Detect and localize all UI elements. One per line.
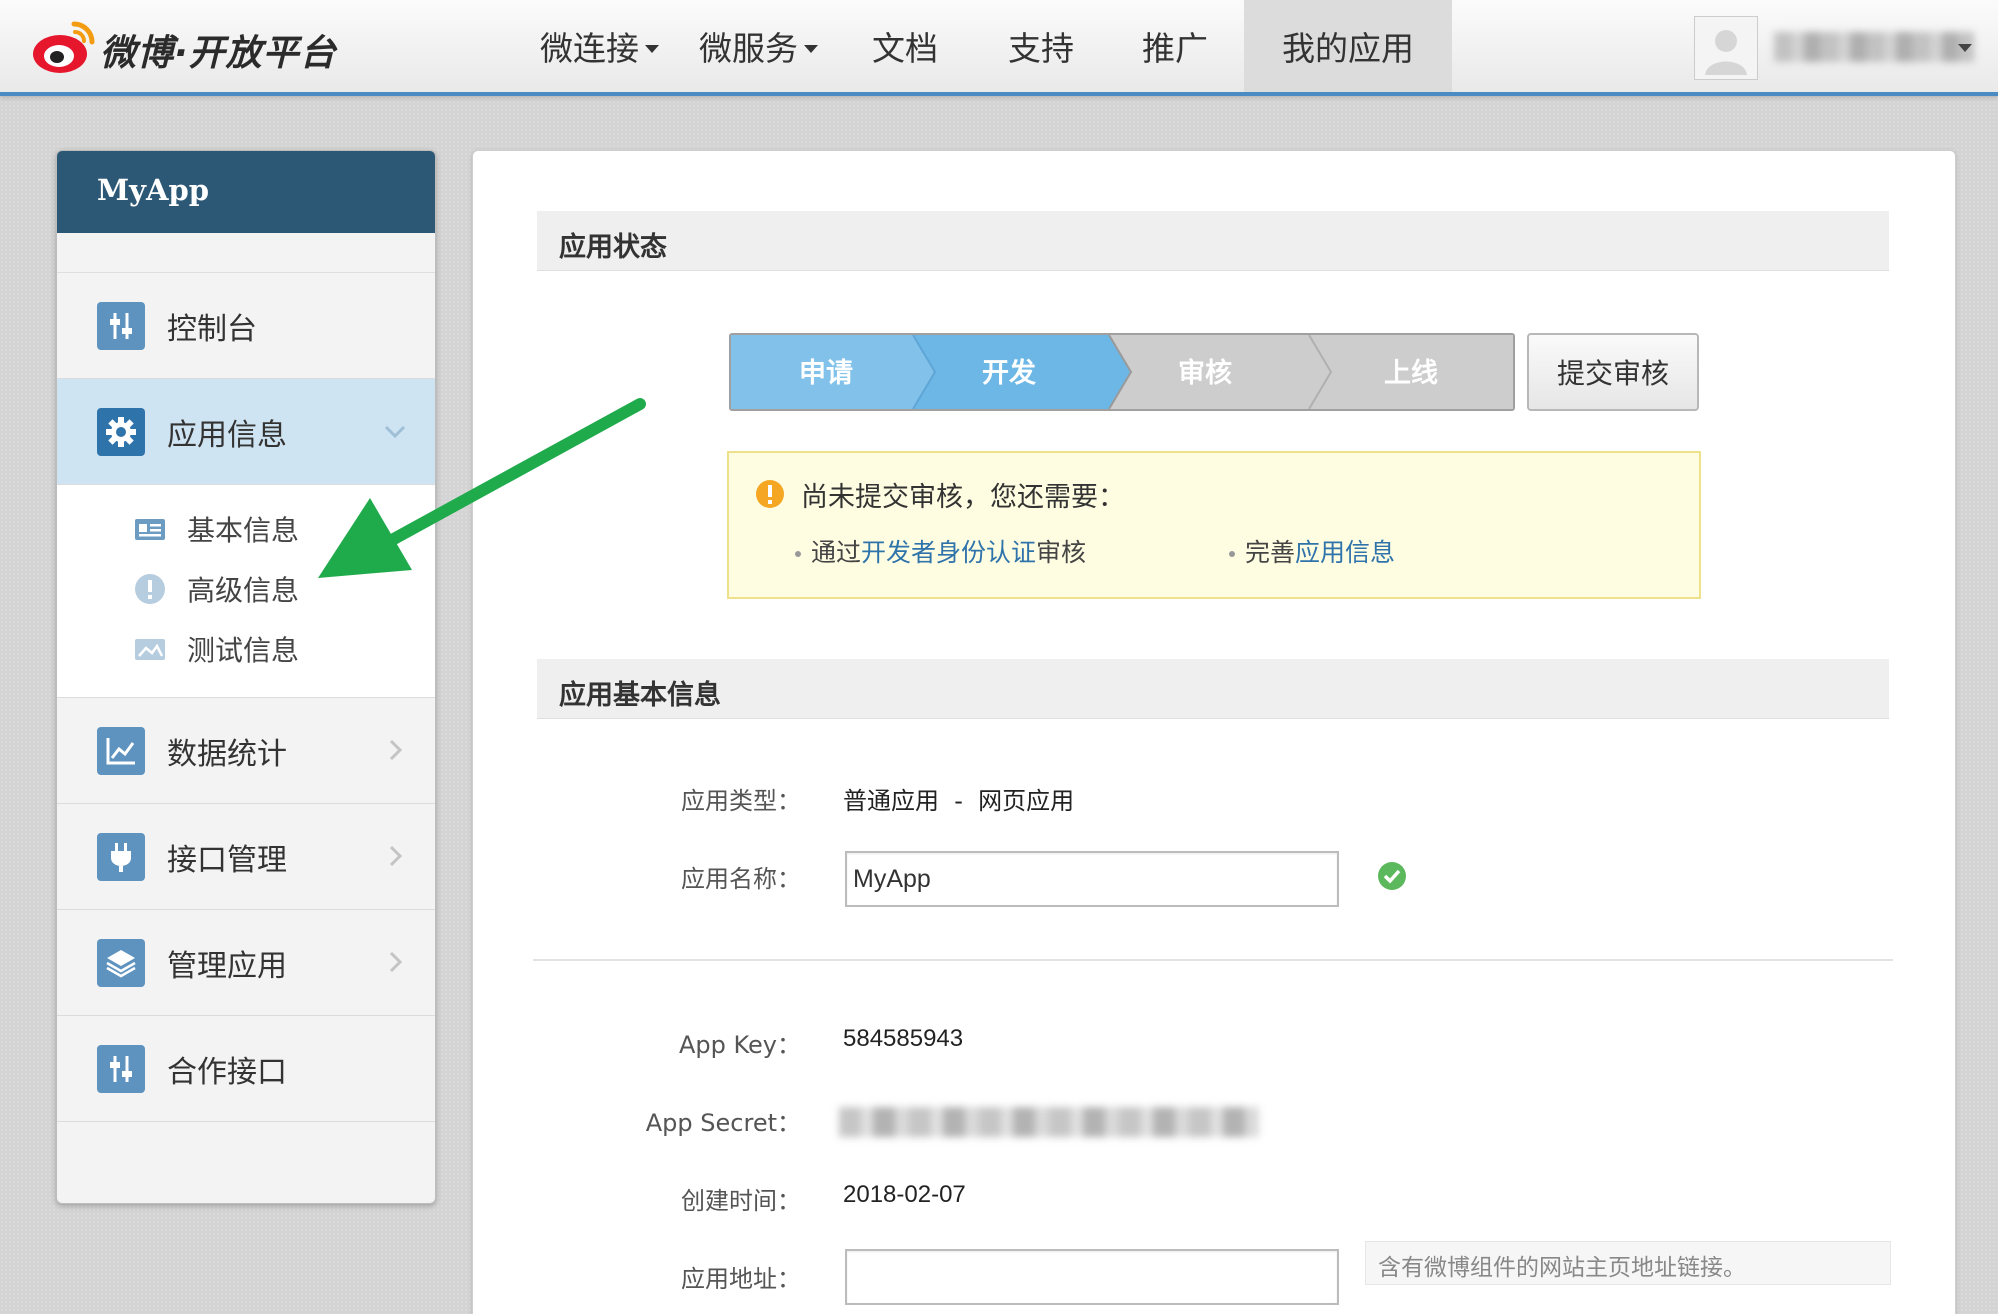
submit-review-button[interactable]: 提交审核	[1527, 333, 1699, 411]
sidebar-subitem-label: 高级信息	[187, 574, 300, 607]
caret-down-icon	[804, 45, 818, 53]
app-url-label: 应用地址：	[681, 1265, 801, 1293]
sidebar: MyApp 控制台 应用信息 基本信息 高级信息 测试信息 数据统计 接口管理 …	[56, 150, 436, 1204]
sidebar-item-app-info[interactable]: 应用信息	[57, 379, 435, 485]
divider	[533, 959, 1893, 961]
developer-auth-link[interactable]: 开发者身份认证	[861, 538, 1036, 567]
weibo-eye-icon	[33, 21, 95, 73]
bullet-icon	[1229, 551, 1235, 557]
nav-promote[interactable]: 推广	[1108, 0, 1244, 92]
chart-icon	[97, 726, 145, 775]
notice-item-app-info: 完善应用信息	[1229, 533, 1395, 569]
chevron-right-icon	[389, 739, 403, 761]
gear-icon	[97, 407, 145, 456]
sidebar-item-partner-api[interactable]: 合作接口	[57, 1016, 435, 1122]
sidebar-item-manage-apps[interactable]: 管理应用	[57, 910, 435, 1016]
chevron-down-icon	[384, 425, 406, 439]
notice-text: 完善	[1245, 538, 1296, 567]
plug-icon	[97, 832, 145, 881]
sidebar-subitem-test-info[interactable]: 测试信息	[57, 619, 435, 679]
caret-down-icon	[645, 45, 659, 53]
sidebar-item-label: 接口管理	[167, 842, 287, 878]
section-title-app-status: 应用状态	[537, 211, 1889, 271]
warning-icon	[756, 480, 784, 508]
layers-icon	[97, 938, 145, 987]
sidebar-item-statistics[interactable]: 数据统计	[57, 698, 435, 804]
weibo-logo[interactable]: 微博·开放平台	[30, 18, 340, 78]
sidebar-subitem-label: 基本信息	[187, 514, 300, 547]
logo-text: 微博·开放平台	[100, 33, 337, 74]
sidebar-item-label: 合作接口	[167, 1054, 287, 1090]
nav-docs[interactable]: 文档	[838, 0, 974, 92]
default-avatar-icon	[1695, 17, 1757, 79]
main-nav: 微连接 微服务 文档 支持 推广 我的应用	[520, 0, 1452, 92]
chevron-right-icon	[389, 951, 403, 973]
step-label: 申请	[799, 358, 853, 389]
notice-item-developer-auth: 通过开发者身份认证审核	[795, 533, 1086, 569]
nav-label: 我的应用	[1282, 29, 1414, 68]
app-url-input[interactable]	[845, 1249, 1339, 1305]
progress-steps: 申请 开发 审核 上线	[729, 333, 1515, 411]
section-title-basic-info: 应用基本信息	[537, 659, 1889, 719]
app-key-value: 584585943	[843, 1025, 964, 1052]
nav-label: 支持	[1008, 29, 1074, 68]
app-name-label: 应用名称：	[681, 865, 801, 893]
app-info-submenu: 基本信息 高级信息 测试信息	[57, 485, 435, 698]
step-label: 上线	[1384, 358, 1438, 389]
app-type-label: 应用类型：	[681, 787, 801, 815]
image-card-icon	[135, 639, 165, 660]
sidebar-item-api-management[interactable]: 接口管理	[57, 804, 435, 910]
sidebar-item-console[interactable]: 控制台	[57, 273, 435, 379]
nav-label: 文档	[872, 29, 938, 68]
app-info-link[interactable]: 应用信息	[1295, 538, 1395, 567]
nav-label: 推广	[1142, 29, 1208, 68]
sidebar-subitem-basic-info[interactable]: 基本信息	[57, 499, 435, 559]
caret-down-icon[interactable]	[1958, 44, 1972, 52]
nav-my-apps[interactable]: 我的应用	[1244, 0, 1452, 92]
sidebar-app-name: MyApp	[57, 151, 435, 233]
app-url-hint: 含有微博组件的网站主页地址链接。	[1365, 1241, 1891, 1285]
notice-text: 审核	[1036, 538, 1087, 567]
check-circle-icon	[1378, 862, 1406, 890]
created-date-value: 2018-02-07	[843, 1181, 966, 1208]
main-panel: 应用状态 申请 开发 审核 上线 提交审核 尚未提交审核，您还需要： 通过开发者…	[472, 150, 1956, 1314]
bullet-icon	[795, 551, 801, 557]
sliders-icon	[97, 301, 145, 350]
user-menu[interactable]	[1694, 16, 1984, 80]
sidebar-subitem-advanced-info[interactable]: 高级信息	[57, 559, 435, 619]
app-secret-label: App Secret：	[645, 1109, 801, 1137]
app-secret-blurred	[839, 1107, 1259, 1137]
exclamation-icon	[135, 574, 165, 604]
sliders-icon	[97, 1044, 145, 1093]
nav-support[interactable]: 支持	[974, 0, 1108, 92]
sidebar-item-label: 数据统计	[167, 736, 287, 772]
step-label: 开发	[982, 357, 1036, 389]
notice-text: 通过	[811, 538, 862, 567]
username-blurred	[1774, 32, 1974, 62]
created-date-label: 创建时间：	[681, 1187, 801, 1215]
nav-label: 微服务	[699, 29, 798, 68]
chevron-right-icon	[389, 845, 403, 867]
sidebar-item-label: 管理应用	[167, 948, 287, 984]
app-name-input[interactable]	[845, 851, 1339, 907]
sidebar-spacer	[57, 233, 435, 273]
step-label: 审核	[1178, 357, 1232, 389]
id-card-icon	[135, 519, 165, 540]
sidebar-item-label: 控制台	[167, 311, 257, 347]
nav-weifuwu[interactable]: 微服务	[679, 0, 838, 92]
app-key-label: App Key：	[678, 1031, 801, 1059]
app-type-value: 普通应用 - 网页应用	[843, 787, 1075, 815]
sidebar-subitem-label: 测试信息	[187, 634, 300, 667]
nav-weilianjie[interactable]: 微连接	[520, 0, 679, 92]
nav-label: 微连接	[540, 29, 639, 68]
sidebar-item-label: 应用信息	[167, 417, 287, 453]
notice-box: 尚未提交审核，您还需要： 通过开发者身份认证审核 完善应用信息	[727, 451, 1701, 599]
top-nav-bar: 微博·开放平台 微连接 微服务 文档 支持 推广 我的应用	[0, 0, 1998, 96]
avatar[interactable]	[1694, 16, 1758, 80]
notice-title: 尚未提交审核，您还需要：	[801, 482, 1125, 513]
